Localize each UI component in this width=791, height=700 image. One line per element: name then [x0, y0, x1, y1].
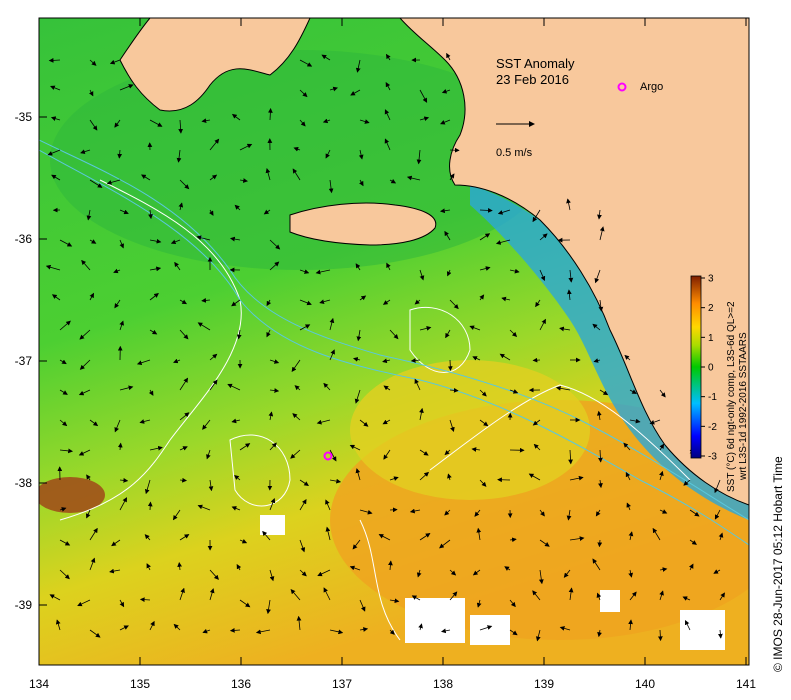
colorbar-tick-label: 1	[708, 333, 714, 344]
argo-legend-label: Argo	[640, 81, 663, 93]
colorbar-tick-label: -2	[708, 422, 717, 433]
y-tick-label: -37	[15, 354, 33, 368]
colorbar-caption-line2: wrt L3S-1d 1992-2016 SSTAARS	[738, 332, 749, 481]
colorbar-tick-label: -1	[708, 392, 717, 403]
land-island	[289, 202, 437, 246]
x-tick-label: 139	[534, 677, 554, 691]
y-tick-label: -35	[15, 110, 33, 124]
vector-scale-label: 0.5 m/s	[496, 147, 533, 159]
colorbar-tick-label: 3	[708, 274, 714, 285]
x-tick-label: 137	[332, 677, 352, 691]
y-tick-label: -39	[15, 598, 33, 612]
x-tick-label: 136	[231, 677, 251, 691]
x-tick-label: 141	[736, 677, 756, 691]
x-tick-label: 138	[433, 677, 453, 691]
colorbar-caption-line1: SST (°C) 6d ngt-only comp, L3S-6d QL>=2	[726, 301, 737, 492]
map-plot-area	[39, 18, 749, 665]
velocity-arrow	[447, 359, 453, 371]
x-tick-label: 135	[130, 677, 150, 691]
map-title: SST Anomaly	[496, 56, 575, 71]
credit-text: © IMOS 28-Jun-2017 05:12 Hobart Time	[771, 456, 785, 672]
colorbar-ramp	[690, 275, 702, 459]
colorbar-tick-label: 2	[708, 303, 714, 314]
x-tick-label: 134	[29, 677, 49, 691]
y-tick-label: -38	[15, 476, 33, 490]
x-tick-label: 140	[635, 677, 655, 691]
velocity-arrow	[147, 501, 153, 511]
map-date: 23 Feb 2016	[496, 72, 569, 87]
colorbar-tick-label: -3	[708, 452, 717, 463]
colorbar-tick-label: 0	[708, 363, 714, 374]
warm-anomaly-center	[350, 360, 590, 500]
y-tick-label: -36	[15, 232, 33, 246]
sst-anomaly-figure: 134 135 136 137 138 139 140 141 -35 -36 -37 -38 -39…	[15, 17, 785, 691]
